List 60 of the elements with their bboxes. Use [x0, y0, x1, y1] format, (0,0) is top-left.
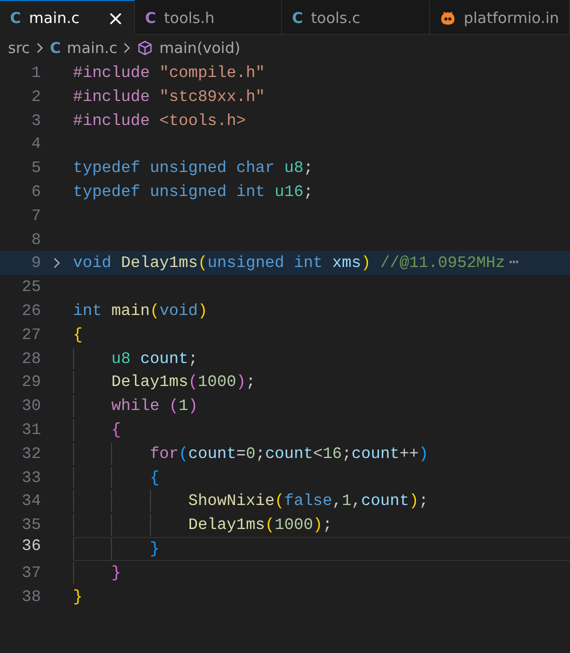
folded-ellipsis[interactable]: ⋯ — [509, 254, 519, 272]
line-number: 9 — [30, 253, 41, 274]
line-number: 31 — [20, 420, 41, 441]
line-number: 28 — [20, 348, 41, 370]
code-line: Delay1ms(1000); — [110, 373, 256, 392]
breadcrumb-item[interactable]: C main.c — [50, 39, 118, 57]
code-line: typedef unsigned char u8; — [73, 159, 314, 178]
editor-tab[interactable]: platformio.in — [430, 0, 570, 35]
chevron-right-icon — [123, 42, 132, 54]
editor-tab[interactable]: C main.c × — [0, 0, 135, 35]
line-number: 33 — [20, 468, 41, 488]
alien-icon — [440, 10, 456, 26]
code-line: while (1) — [110, 397, 198, 416]
code-line: { — [73, 326, 83, 344]
chevron-right-icon — [36, 42, 44, 54]
c-file-icon: C — [145, 8, 156, 26]
line-number: 30 — [20, 396, 41, 417]
cube-icon — [137, 40, 154, 56]
code-line: { — [110, 420, 122, 439]
line-number: 3 — [30, 110, 41, 132]
line-number: 5 — [30, 158, 41, 179]
line-number: 36 — [20, 536, 41, 557]
code-line: ShowNixie(false,1,count); — [187, 492, 428, 510]
code-line: { — [148, 468, 160, 487]
breadcrumb-item[interactable]: src — [8, 39, 30, 57]
line-number: 37 — [20, 562, 41, 584]
code-line: u8 count; — [110, 350, 198, 368]
chevron-right-icon — [53, 257, 61, 270]
editor-tab[interactable]: C tools.h — [135, 0, 282, 35]
code-line: int main(void) — [73, 302, 208, 320]
close-icon[interactable]: × — [107, 8, 124, 28]
line-number: 1 — [30, 63, 41, 84]
line-number: 32 — [20, 444, 41, 465]
c-file-icon: C — [292, 8, 304, 26]
c-file-icon: C — [50, 39, 61, 57]
code-line: Delay1ms(1000); — [187, 516, 332, 534]
code-line: } — [73, 588, 83, 606]
code-line: for(count=0;count<16;count++) — [148, 444, 428, 463]
editor-tab[interactable]: C tools.c — [282, 0, 430, 35]
line-number: 26 — [20, 300, 41, 322]
code-line: #include <tools.h> — [73, 112, 246, 130]
code-line: #include "compile.h" — [73, 64, 266, 82]
code-line: } — [148, 540, 160, 558]
code-line: typedef unsigned int u16; — [73, 182, 314, 201]
line-number: 34 — [20, 491, 41, 512]
line-number: 4 — [30, 134, 41, 156]
line-number: 6 — [30, 182, 41, 203]
line-number: 8 — [30, 230, 41, 250]
line-number: 35 — [20, 515, 41, 536]
line-number: 7 — [30, 206, 41, 227]
line-number: 2 — [30, 86, 41, 108]
code-line: void Delay1ms(unsigned int xms) //@11.0952MHz — [73, 254, 506, 272]
breadcrumb-item[interactable]: main(void) — [137, 39, 240, 57]
c-file-icon: C — [10, 8, 22, 26]
line-number: 29 — [20, 372, 41, 394]
line-number: 38 — [20, 586, 41, 608]
code-line: } — [110, 564, 122, 582]
code-line: #include "stc89xx.h" — [73, 88, 266, 106]
line-number: 27 — [20, 324, 41, 346]
line-number: 25 — [20, 277, 41, 298]
